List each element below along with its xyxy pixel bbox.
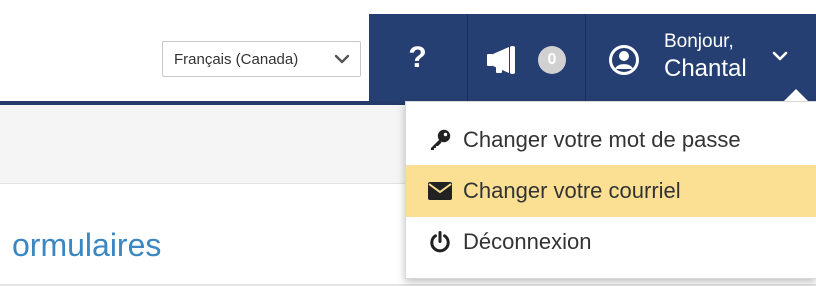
menu-item-change-password[interactable]: Changer votre mot de passe bbox=[406, 114, 816, 166]
help-button[interactable]: ? bbox=[369, 14, 466, 101]
menu-item-label: Changer votre mot de passe bbox=[463, 127, 741, 152]
menu-item-logout[interactable]: Déconnexion bbox=[406, 216, 816, 268]
user-dropdown-menu: Changer votre mot de passe Changer votre… bbox=[405, 101, 816, 279]
greeting-line: Bonjour, bbox=[664, 31, 734, 52]
announcements-count-badge: 0 bbox=[538, 46, 566, 74]
menu-item-label: Déconnexion bbox=[463, 229, 592, 254]
chevron-down-icon bbox=[772, 51, 788, 61]
menu-item-label: Changer votre courriel bbox=[463, 178, 681, 203]
megaphone-icon bbox=[487, 46, 515, 74]
user-name: Chantal bbox=[664, 54, 747, 82]
language-select[interactable]: Français (Canada) bbox=[162, 41, 361, 77]
language-select-value: Français (Canada) bbox=[174, 50, 299, 68]
power-icon bbox=[428, 230, 452, 254]
chevron-down-icon bbox=[334, 54, 350, 64]
user-menu-button[interactable]: Bonjour, Chantal bbox=[586, 14, 816, 101]
announcements-button[interactable]: 0 bbox=[468, 14, 584, 101]
key-icon bbox=[428, 128, 452, 152]
envelope-icon bbox=[428, 179, 452, 203]
help-icon: ? bbox=[408, 40, 427, 74]
page-title: ormulaires bbox=[12, 227, 162, 263]
user-greeting: Bonjour, Chantal bbox=[664, 31, 747, 82]
menu-item-change-email[interactable]: Changer votre courriel bbox=[406, 165, 816, 217]
user-circle-icon bbox=[609, 45, 639, 75]
dropdown-caret bbox=[784, 89, 808, 101]
